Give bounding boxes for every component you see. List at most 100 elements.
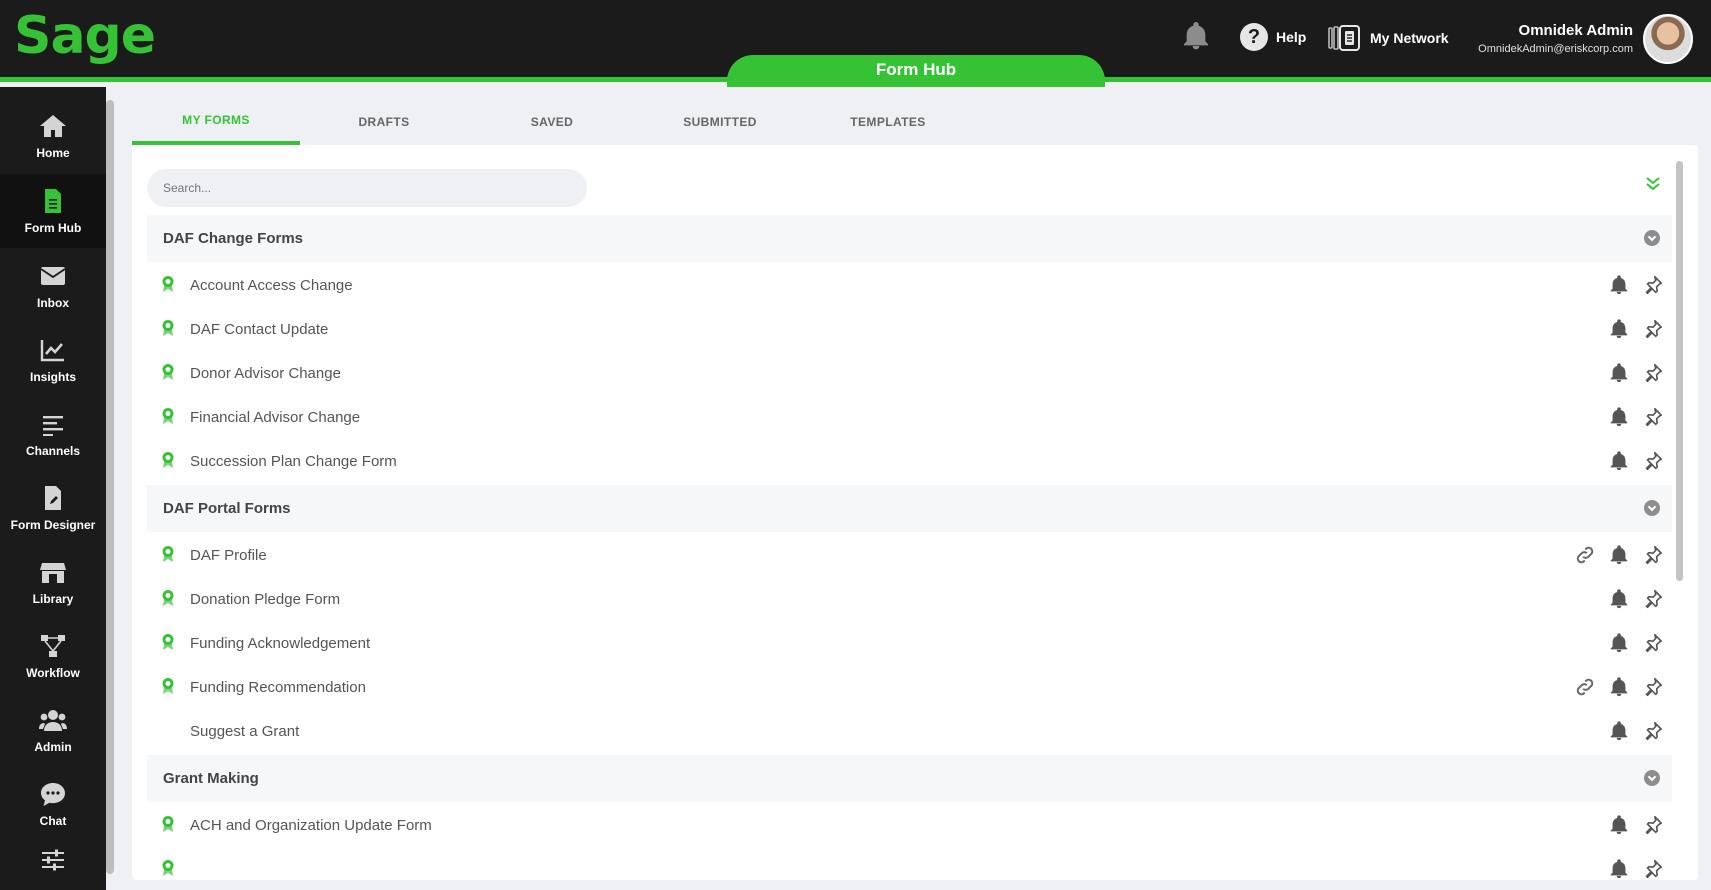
list-item[interactable]: Succession Plan Change Form	[147, 439, 1672, 483]
pin-icon[interactable]	[1642, 318, 1664, 340]
chevron-down-icon[interactable]	[1644, 230, 1660, 246]
search-input[interactable]	[147, 169, 587, 207]
form-name[interactable]: Financial Advisor Change	[190, 409, 360, 426]
form-name[interactable]: Succession Plan Change Form	[190, 453, 397, 470]
certified-badge-icon	[162, 860, 174, 876]
form-tabs: MY FORMS DRAFTS SAVED SUBMITTED TEMPLATE…	[132, 105, 972, 145]
list-item[interactable]: ACH and Organization Update Form	[147, 803, 1672, 847]
pin-icon[interactable]	[1642, 362, 1664, 384]
list-item[interactable]	[147, 847, 1672, 880]
network-icon	[1328, 25, 1360, 51]
sidebar-item-insights[interactable]: Insights	[0, 323, 106, 397]
form-name[interactable]: DAF Profile	[190, 547, 267, 564]
my-network-button[interactable]: My Network	[1328, 24, 1449, 52]
avatar[interactable]	[1643, 14, 1693, 64]
sidebar-item-form-designer[interactable]: Form Designer	[0, 471, 106, 545]
bell-icon[interactable]	[1608, 450, 1630, 472]
list-item[interactable]: Suggest a Grant	[147, 709, 1672, 753]
tab-drafts[interactable]: DRAFTS	[300, 105, 468, 145]
sidebar-item-chat[interactable]: Chat	[0, 767, 106, 841]
bell-icon[interactable]	[1608, 274, 1630, 296]
form-name[interactable]: Funding Recommendation	[190, 679, 366, 696]
home-icon	[40, 114, 66, 137]
row-actions	[1608, 449, 1664, 473]
pin-icon[interactable]	[1642, 858, 1664, 880]
pin-icon[interactable]	[1642, 632, 1664, 654]
bell-icon[interactable]	[1608, 858, 1630, 880]
form-name[interactable]: Account Access Change	[190, 277, 353, 294]
row-actions	[1608, 857, 1664, 880]
help-button[interactable]: ? Help	[1240, 22, 1306, 52]
workflow-icon	[41, 634, 65, 657]
sidebar-item-label: Channels	[25, 443, 80, 458]
certified-badge-icon	[162, 408, 174, 424]
form-name[interactable]: Suggest a Grant	[190, 723, 299, 740]
sidebar-item-workflow[interactable]: Workflow	[0, 619, 106, 693]
bell-icon[interactable]	[1608, 632, 1630, 654]
list-item[interactable]: Donor Advisor Change	[147, 351, 1672, 395]
pin-icon[interactable]	[1642, 274, 1664, 296]
pin-icon[interactable]	[1642, 450, 1664, 472]
bell-icon[interactable]	[1608, 406, 1630, 428]
sidebar-item-library[interactable]: Library	[0, 545, 106, 619]
sidebar-item-admin[interactable]: Admin	[0, 693, 106, 767]
list-item[interactable]: Funding Recommendation	[147, 665, 1672, 709]
form-name[interactable]: Donor Advisor Change	[190, 365, 341, 382]
sidebar-item-channels[interactable]: Channels	[0, 397, 106, 471]
bell-icon[interactable]	[1608, 588, 1630, 610]
sidebar-item-form-hub[interactable]: Form Hub	[0, 174, 106, 248]
form-name[interactable]: Donation Pledge Form	[190, 591, 340, 608]
form-name[interactable]: DAF Contact Update	[190, 321, 328, 338]
pin-icon[interactable]	[1642, 676, 1664, 698]
list-item[interactable]: Funding Acknowledgement	[147, 621, 1672, 665]
active-module-tab: Form Hub	[727, 55, 1105, 87]
row-actions	[1608, 405, 1664, 429]
link-icon[interactable]	[1574, 676, 1596, 698]
pin-icon[interactable]	[1642, 720, 1664, 742]
sidebar-item-home[interactable]: Home	[0, 99, 106, 173]
pin-icon[interactable]	[1642, 588, 1664, 610]
list-item[interactable]: Financial Advisor Change	[147, 395, 1672, 439]
form-name[interactable]: ACH and Organization Update Form	[190, 817, 432, 834]
certified-badge-icon	[162, 320, 174, 336]
sidebar-scrollbar[interactable]	[106, 100, 114, 874]
bell-icon[interactable]	[1608, 362, 1630, 384]
row-actions	[1608, 361, 1664, 385]
form-name[interactable]: Funding Acknowledgement	[190, 635, 370, 652]
form-designer-icon	[45, 485, 61, 510]
tab-templates[interactable]: TEMPLATES	[804, 105, 972, 145]
chevron-down-icon[interactable]	[1644, 770, 1660, 786]
double-chevron-down-icon[interactable]	[1644, 175, 1662, 193]
list-item[interactable]: Donation Pledge Form	[147, 577, 1672, 621]
tab-submitted[interactable]: SUBMITTED	[636, 105, 804, 145]
list-item[interactable]: DAF Contact Update	[147, 307, 1672, 351]
group-header[interactable]: Grant Making	[147, 755, 1672, 802]
pin-icon[interactable]	[1642, 544, 1664, 566]
bell-icon[interactable]	[1608, 676, 1630, 698]
group-header[interactable]: DAF Portal Forms	[147, 485, 1672, 532]
sidebar-item-label: Admin	[34, 739, 72, 754]
certified-badge-icon	[162, 276, 174, 292]
panel-scrollbar[interactable]	[1676, 161, 1683, 581]
list-item[interactable]: DAF Profile	[147, 533, 1672, 577]
pin-icon[interactable]	[1642, 406, 1664, 428]
bell-icon[interactable]	[1180, 20, 1212, 52]
chevron-down-icon[interactable]	[1644, 500, 1660, 516]
group-header[interactable]: DAF Change Forms	[147, 215, 1672, 262]
user-info[interactable]: Omnidek Admin OmnidekAdmin@eriskcorp.com	[1478, 22, 1633, 55]
bell-icon[interactable]	[1608, 544, 1630, 566]
tab-saved[interactable]: SAVED	[468, 105, 636, 145]
list-item[interactable]: Account Access Change	[147, 263, 1672, 307]
group-title: Grant Making	[163, 770, 259, 787]
bell-icon[interactable]	[1608, 318, 1630, 340]
bell-icon[interactable]	[1608, 814, 1630, 836]
link-icon[interactable]	[1574, 544, 1596, 566]
channels-icon	[43, 415, 63, 436]
sidebar-item-inbox[interactable]: Inbox	[0, 249, 106, 323]
bell-icon[interactable]	[1608, 720, 1630, 742]
sidebar-item-settings[interactable]	[0, 839, 106, 890]
sage-logo[interactable]: Sage	[14, 10, 156, 62]
users-icon	[39, 709, 67, 731]
pin-icon[interactable]	[1642, 814, 1664, 836]
tab-my-forms[interactable]: MY FORMS	[132, 105, 300, 145]
